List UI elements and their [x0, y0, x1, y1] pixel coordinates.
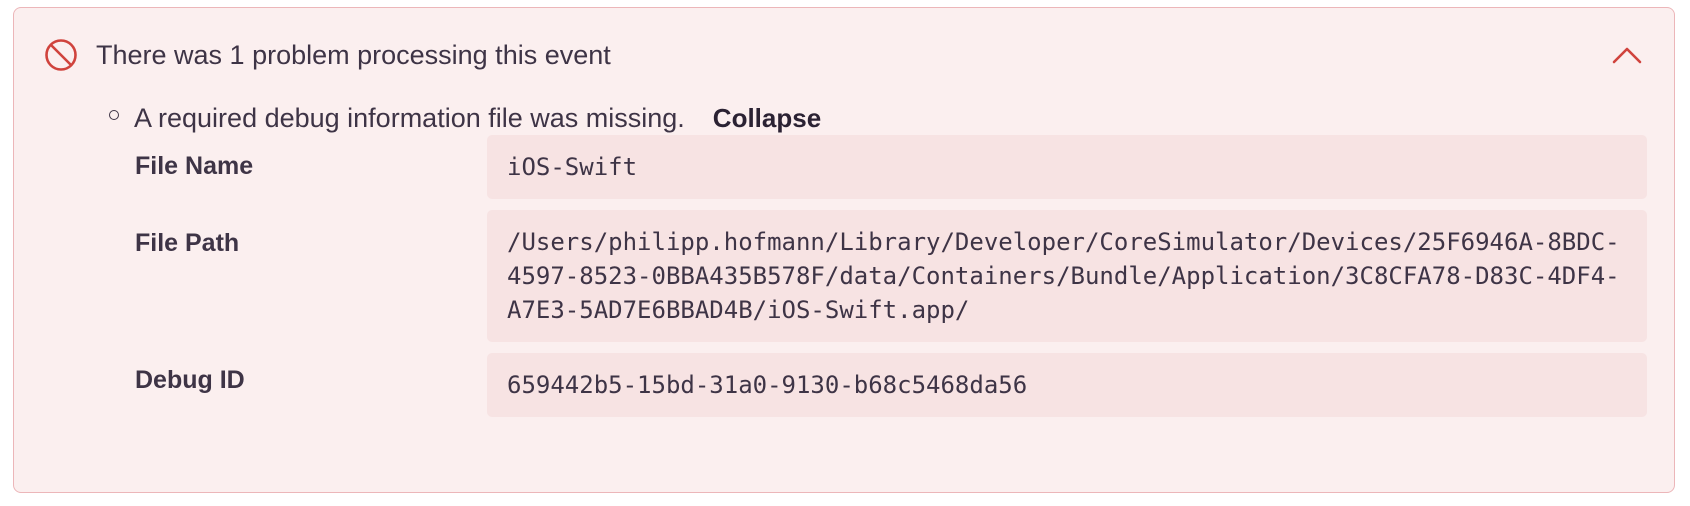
error-circle-slash-icon [44, 38, 78, 72]
debug-id-value: 659442b5-15bd-31a0-9130-b68c5468da56 [487, 353, 1647, 417]
chevron-up-icon [1612, 47, 1642, 64]
list-bullet-icon [109, 110, 119, 120]
collapse-panel-toggle[interactable] [1610, 40, 1644, 70]
panel-header: There was 1 problem processing this even… [14, 8, 1674, 98]
problem-message: A required debug information file was mi… [134, 103, 685, 133]
file-name-value: iOS-Swift [487, 135, 1647, 199]
file-path-value: /Users/philipp.hofmann/Library/Developer… [487, 210, 1647, 342]
file-name-label: File Name [135, 152, 254, 180]
problem-item: A required debug information file was mi… [109, 98, 821, 138]
panel-title: There was 1 problem processing this even… [96, 40, 611, 70]
file-path-label: File Path [135, 229, 240, 257]
debug-id-label: Debug ID [135, 366, 245, 394]
collapse-button[interactable]: Collapse [713, 103, 821, 133]
event-errors-panel: There was 1 problem processing this even… [13, 7, 1675, 493]
